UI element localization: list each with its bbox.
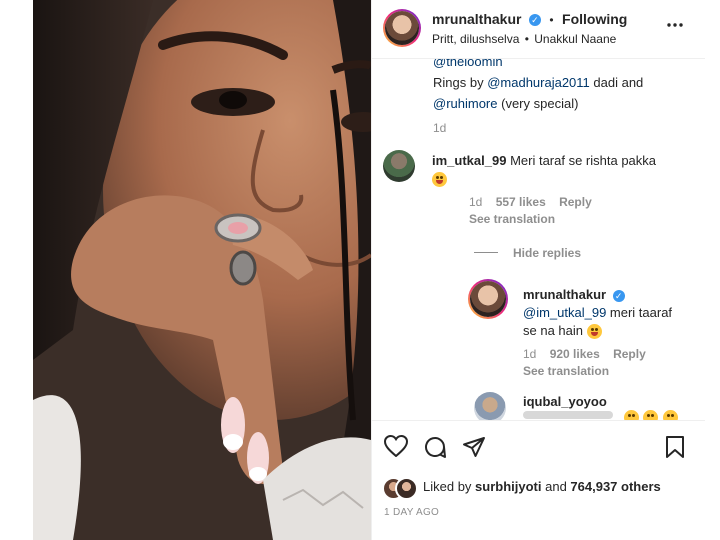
share-paper-plane-icon[interactable] (462, 435, 486, 464)
reply-username[interactable]: mrunalthakur (523, 287, 606, 302)
liked-by-and: and (541, 479, 571, 494)
caption-time: 1d (433, 121, 447, 135)
comment-likes[interactable]: 557 likes (496, 195, 546, 209)
post-actions: Liked by surbhijyoti and 764,937 others … (372, 420, 705, 540)
liked-by-count[interactable]: 764,937 others (570, 479, 660, 494)
author-username[interactable]: mrunalthakur (432, 11, 521, 27)
reply-reply-button[interactable]: Reply (613, 347, 646, 361)
comment-text: Meri taraf se rishta pakka (510, 153, 657, 168)
post-date: 1 DAY AGO (384, 507, 440, 518)
clipped-emoji-row (624, 409, 678, 420)
audio-title[interactable]: Unakkul Naane (534, 32, 616, 46)
comment-reply-button[interactable]: Reply (559, 195, 592, 209)
following-button[interactable]: Following (562, 11, 627, 27)
caption-mention-clipped[interactable]: @theloomin (433, 59, 503, 69)
comment-username[interactable]: im_utkal_99 (432, 153, 506, 168)
caption-text-suffix: (very special) (497, 96, 579, 111)
heart-eyes-emoji-icon (432, 172, 447, 188)
post-sidebar: mrunalthakur ✓ • Following Pritt, dilush… (371, 0, 705, 540)
hide-replies-button[interactable]: Hide replies (513, 246, 581, 260)
caption-mention-1[interactable]: @madhuraja2011 (487, 75, 590, 90)
post-modal: mrunalthakur ✓ • Following Pritt, dilush… (33, 0, 705, 540)
comment-bubble-icon[interactable] (423, 435, 447, 464)
see-translation-link[interactable]: See translation (469, 212, 555, 226)
replies-divider (474, 252, 498, 253)
reply-see-translation-link[interactable]: See translation (523, 364, 609, 378)
reply-time: 1d (523, 347, 537, 361)
subtitle-separator: • (524, 32, 529, 46)
header-separator: • (549, 13, 554, 27)
reply-mention[interactable]: @im_utkal_99 (523, 305, 606, 320)
caption-text: Rings by (433, 75, 488, 90)
reply-avatar[interactable] (468, 279, 508, 319)
caption: @theloomin Rings by @madhuraja2011 dadi … (433, 59, 673, 135)
commenter-avatar[interactable] (383, 150, 415, 182)
liked-by-prefix: Liked by (423, 479, 476, 494)
comments-list[interactable]: @theloomin Rings by @madhuraja2011 dadi … (372, 59, 705, 420)
verified-badge-icon: ✓ (528, 13, 541, 26)
caption-text-mid: dadi and (589, 75, 644, 90)
like-heart-icon[interactable] (383, 434, 409, 462)
caption-mention-2[interactable]: @ruhimore (433, 96, 498, 111)
post-image[interactable] (33, 0, 371, 540)
clipped-reply-text (523, 411, 613, 419)
photo-illustration (33, 0, 371, 540)
reply-avatar[interactable] (474, 392, 506, 420)
author-avatar[interactable] (383, 9, 421, 47)
verified-badge-icon: ✓ (612, 289, 625, 302)
save-bookmark-icon[interactable] (665, 435, 685, 464)
tongue-emoji-icon (586, 324, 602, 340)
more-options-icon[interactable] (666, 16, 684, 34)
reply-likes[interactable]: 920 likes (550, 347, 600, 361)
post-header: mrunalthakur ✓ • Following Pritt, dilush… (372, 0, 705, 59)
comment-time: 1d (469, 195, 483, 209)
liked-by-text: Liked by surbhijyoti and 764,937 others (423, 479, 661, 494)
liked-by-user[interactable]: surbhijyoti (475, 479, 541, 494)
reply-username[interactable]: iqubal_yoyoo (523, 394, 607, 409)
liked-by-avatars[interactable] (382, 477, 418, 500)
tagged-people[interactable]: Pritt, dilushselva (432, 32, 519, 46)
